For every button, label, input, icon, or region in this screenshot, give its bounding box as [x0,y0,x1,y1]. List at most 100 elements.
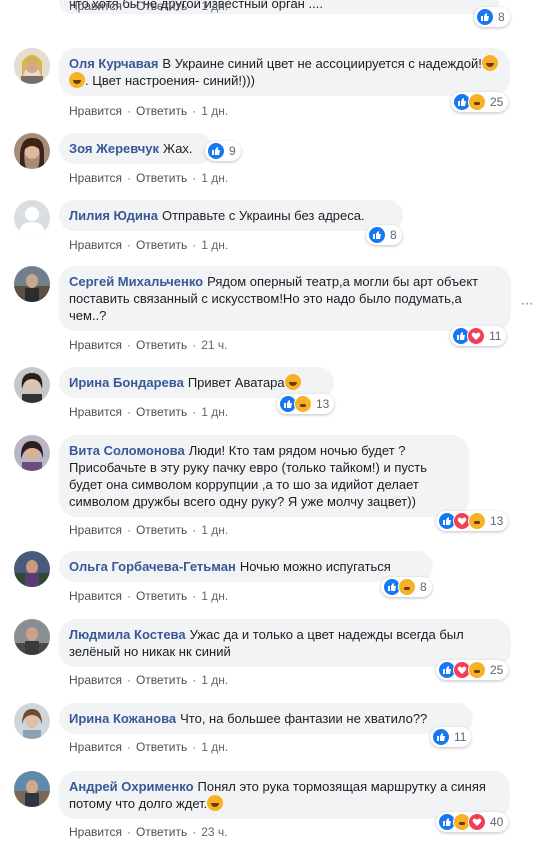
comment-time[interactable]: 1 дн. [201,0,228,13]
comment-bubble: Оля Курчавая В Украине синий цвет не ассо… [59,48,510,96]
love-reaction-icon [468,813,486,831]
reply-link[interactable]: Ответить [136,405,187,419]
haha-reaction-icon [294,395,312,413]
like-reaction-icon [207,142,225,160]
like-link[interactable]: Нравится [69,0,122,13]
like-reaction-icon [476,8,494,26]
reactions-summary[interactable]: 13 [436,511,509,531]
reaction-count: 40 [490,815,504,829]
reactions-summary[interactable]: 11 [430,727,472,747]
reaction-count: 8 [498,10,505,24]
comment-bubble: Вита Соломонова Люди! Кто там рядом ночью… [59,435,469,517]
avatar[interactable] [14,771,50,807]
comment-author[interactable]: Оля Курчавая [69,56,158,71]
reactions-summary[interactable]: 40 [436,812,509,832]
avatar[interactable] [14,200,50,236]
comment-time[interactable]: 21 ч. [201,338,227,352]
comment-time[interactable]: 1 дн. [201,673,228,687]
reactions-summary[interactable]: 11 [450,326,507,346]
like-link[interactable]: Нравится [69,338,122,352]
comment-actions: Нравится · Ответить · 21 ч. [69,338,228,352]
reaction-count: 25 [490,663,504,677]
comment-text: Ночью можно испугаться [239,559,391,574]
comment-author[interactable]: Вита Соломонова [69,443,185,458]
like-link[interactable]: Нравится [69,523,122,537]
avatar[interactable] [14,435,50,471]
comment-time[interactable]: 1 дн. [201,523,228,537]
comment-bubble: Сергей Михальченко Рядом оперный театр,а … [59,266,511,331]
comment-author[interactable]: Ирина Кожанова [69,711,176,726]
comment-author[interactable]: Лилия Юдина [69,208,158,223]
avatar[interactable] [14,619,50,655]
reaction-count: 8 [420,580,427,594]
reply-link[interactable]: Ответить [136,673,187,687]
comment-time[interactable]: 1 дн. [201,405,228,419]
reactions-summary[interactable]: 25 [436,660,509,680]
comment-actions: Нравится · Ответить · 23 ч. [69,825,228,839]
reactions-summary[interactable]: 25 [451,92,509,112]
reply-link[interactable]: Ответить [136,338,187,352]
reply-link[interactable]: Ответить [136,523,187,537]
reaction-count: 13 [490,514,504,528]
like-link[interactable]: Нравится [69,825,122,839]
comment-author[interactable]: Сергей Михальченко [69,274,203,289]
like-reaction-icon [368,226,386,244]
like-link[interactable]: Нравится [69,171,122,185]
avatar[interactable] [14,551,50,587]
like-link[interactable]: Нравится [69,405,122,419]
like-link[interactable]: Нравится [69,238,122,252]
like-reaction-icon [432,728,450,746]
like-link[interactable]: Нравится [69,740,122,754]
more-options-icon[interactable]: ··· [520,295,534,313]
love-reaction-icon [467,327,485,345]
comment-actions: Нравится · Ответить · 1 дн. [69,238,229,252]
reply-link[interactable]: Ответить [136,104,187,118]
avatar[interactable] [14,703,50,739]
comment-actions: Нравится · Ответить · 1 дн. [69,589,229,603]
laughing-emoji-icon [69,72,85,88]
reply-link[interactable]: Ответить [136,589,187,603]
comment-bubble: Лилия Юдина Отправьте с Украины без адрес… [59,200,403,231]
reactions-summary[interactable]: 8 [366,225,402,245]
comment-time[interactable]: 1 дн. [201,740,228,754]
avatar[interactable] [14,266,50,302]
comment-text: Отправьте с Украины без адреса. [161,208,365,223]
comment-author[interactable]: Зоя Жеревчук [69,141,159,156]
comment-time[interactable]: 1 дн. [201,104,228,118]
like-link[interactable]: Нравится [69,673,122,687]
comment-text: В Украине синий цвет не ассоциируется с … [162,56,482,71]
comment-author[interactable]: Ирина Бондарева [69,375,184,390]
avatar[interactable] [14,367,50,403]
comment-author[interactable]: Ольга Горбачева-Гетьман [69,559,236,574]
comment-text: Жах. [163,141,193,156]
comment-actions: Нравится · Ответить · 1 дн. [69,171,229,185]
like-link[interactable]: Нравится [69,589,122,603]
avatar[interactable] [14,48,50,84]
comment-author[interactable]: Андрей Охрименко [69,779,194,794]
reply-link[interactable]: Ответить [136,238,187,252]
reactions-summary[interactable]: 8 [381,577,432,597]
reaction-count: 11 [454,730,467,744]
haha-reaction-icon [468,661,486,679]
comment-bubble: Ирина Кожанова Что, на большее фантазии н… [59,703,473,734]
reaction-count: 25 [490,95,504,109]
reactions-summary[interactable]: 9 [205,141,241,161]
reply-link[interactable]: Ответить [136,171,187,185]
reply-link[interactable]: Ответить [136,825,187,839]
comment-time[interactable]: 1 дн. [201,589,228,603]
like-link[interactable]: Нравится [69,104,122,118]
comment-time[interactable]: 1 дн. [201,171,228,185]
comment-author[interactable]: Людмила Костева [69,627,186,642]
reactions-summary[interactable]: 13 [277,394,335,414]
laughing-emoji-icon [284,374,301,390]
reply-link[interactable]: Ответить [136,740,187,754]
comment-time[interactable]: 1 дн. [201,238,228,252]
haha-reaction-icon [468,512,486,530]
haha-reaction-icon [398,578,416,596]
comment-actions: Нравится · Ответить · 1 дн. [69,673,229,687]
reply-link[interactable]: Ответить [136,0,187,13]
reaction-count: 8 [390,228,397,242]
comment-time[interactable]: 23 ч. [201,825,227,839]
reactions-summary[interactable]: 8 [474,7,510,27]
avatar[interactable] [14,133,50,169]
